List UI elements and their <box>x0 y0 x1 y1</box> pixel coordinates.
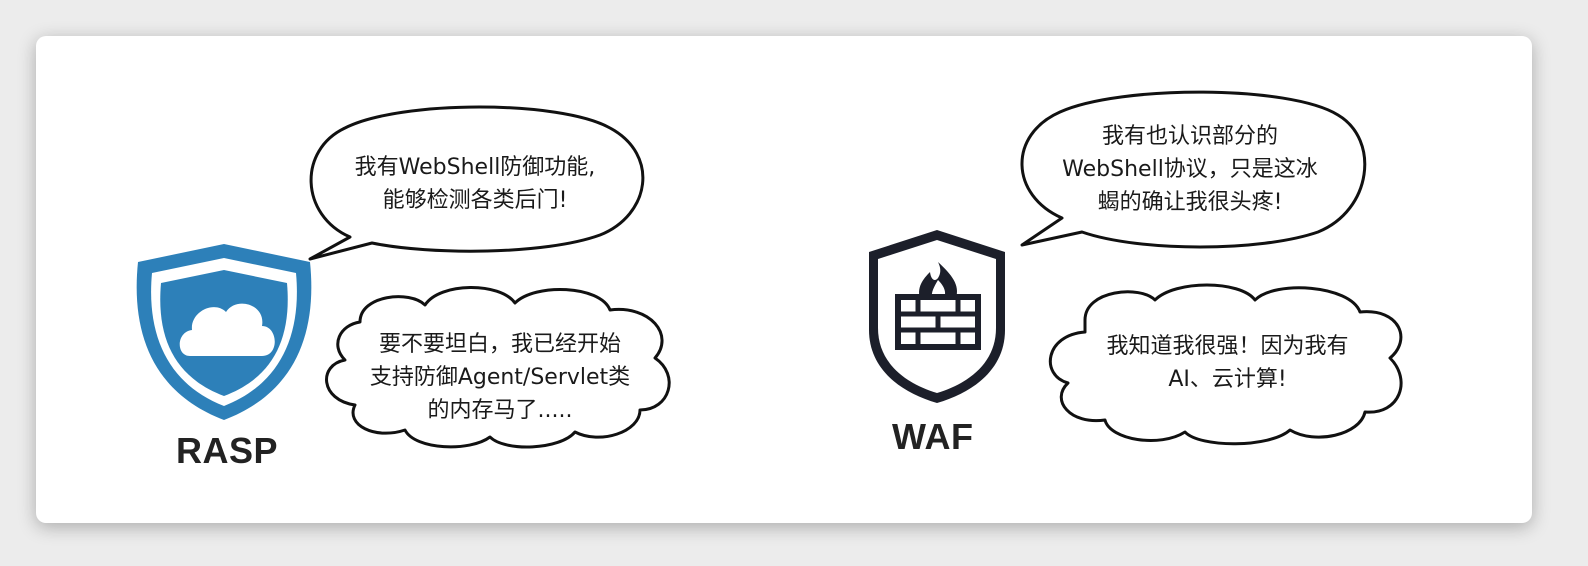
waf-speech-line: 我有也认识部分的 <box>1101 124 1278 149</box>
waf-speech-line: 蝎的确让我很头疼! <box>1097 190 1283 215</box>
rasp-label: RASP <box>176 430 279 471</box>
waf-label: WAF <box>892 416 974 457</box>
rasp-shield-cloud-icon <box>136 244 312 420</box>
waf-thought-line: 我知道我很强！因为我有 <box>1106 334 1349 359</box>
diagram-canvas <box>136 90 1403 449</box>
rasp-thought-text: 要不要坦白，我已经开始 支持防御Agent/Servlet类 的内存马了....… <box>335 328 665 427</box>
rasp-thought-line: 支持防御Agent/Servlet类 <box>369 365 631 390</box>
rasp-thought-line: 的内存马了..... <box>427 398 573 423</box>
rasp-thought-line: 要不要坦白，我已经开始 <box>378 332 621 357</box>
waf-thought-line: AI、云计算! <box>1168 367 1287 392</box>
waf-speech-line: WebShell协议，只是这冰 <box>1062 157 1318 182</box>
waf-shield-firewall-icon <box>869 230 1005 403</box>
waf-speech-text: 我有也认识部分的 WebShell协议，只是这冰 蝎的确让我很头疼! <box>1025 120 1355 219</box>
rasp-speech-line: 我有WebShell防御功能, <box>354 155 596 180</box>
rasp-speech-text: 我有WebShell防御功能, 能够检测各类后门! <box>310 151 640 217</box>
waf-thought-text: 我知道我很强！因为我有 AI、云计算! <box>1060 330 1395 396</box>
rasp-speech-line: 能够检测各类后门! <box>382 188 568 213</box>
